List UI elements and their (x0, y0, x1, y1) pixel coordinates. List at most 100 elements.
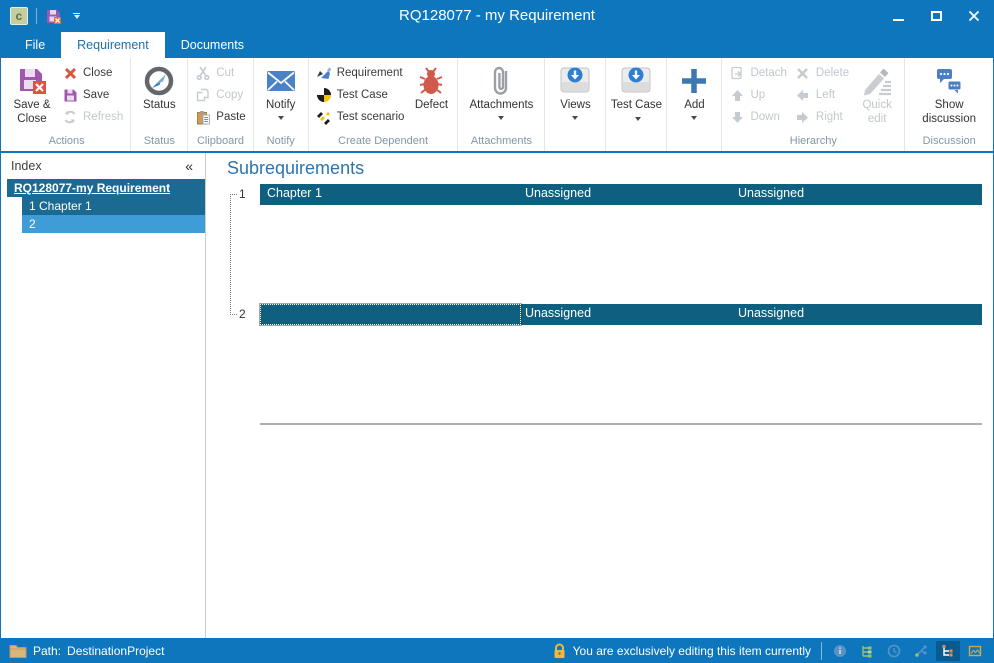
history-icon[interactable] (882, 641, 906, 661)
test-case-dropdown-caret (635, 117, 641, 121)
group-label-notify: Notify (254, 135, 308, 151)
move-up-button[interactable]: Up (725, 84, 790, 106)
create-test-case-button[interactable]: Test Case (312, 84, 409, 106)
test-scenario-icon (316, 109, 332, 125)
ribbon-group-create-dependent: Requirement Test Case (309, 58, 459, 151)
delete-icon (795, 65, 811, 81)
create-defect-button[interactable]: Defect (408, 60, 454, 135)
attachments-button[interactable]: Attachments (461, 60, 541, 135)
tree-item-2-selected[interactable]: 2 (22, 215, 205, 233)
quick-save-icon (45, 8, 62, 25)
lock-status: You are exclusively editing this item cu… (552, 643, 811, 659)
ribbon-group-status: Status Status (131, 58, 188, 151)
close-window-button[interactable] (955, 0, 993, 32)
ribbon-group-notify: Notify Notify (254, 58, 309, 151)
row-2-assignee-cell[interactable]: Unassigned (734, 304, 982, 325)
save-button[interactable]: Save (58, 84, 127, 106)
requirement-icon (316, 65, 332, 81)
hierarchy-view-icon[interactable] (936, 641, 960, 661)
create-requirement-button[interactable]: Requirement (312, 62, 409, 84)
move-right-button[interactable]: Right (791, 106, 853, 128)
row-1-title-cell[interactable]: Chapter 1 (260, 184, 521, 205)
ribbon-group-add: Add (667, 58, 722, 151)
content-area: Index « RQ128077-my Requirement 1 Chapte… (1, 153, 993, 638)
test-case-views-icon (619, 63, 653, 99)
ribbon-group-views: Views (545, 58, 606, 151)
minimize-button[interactable] (879, 0, 917, 32)
ribbon-group-discussion: Show discussion Discussion (905, 58, 993, 151)
save-and-close-icon (17, 63, 47, 99)
sidebar-header: Index « (1, 153, 205, 179)
ribbon-group-attachments: Attachments Attachments (458, 58, 545, 151)
defect-icon (416, 63, 446, 99)
path-indicator: Path: DestinationProject (9, 644, 164, 658)
quick-access-toolbar: c (1, 7, 83, 25)
detach-button[interactable]: Detach (725, 62, 790, 84)
group-label-clipboard: Clipboard (188, 135, 252, 151)
tab-file[interactable]: File (9, 32, 61, 58)
group-label-create-dependent: Create Dependent (309, 135, 458, 151)
subrequirement-row-1[interactable]: Chapter 1 Unassigned Unassigned (260, 184, 982, 205)
sidebar-collapse-icon[interactable]: « (185, 158, 193, 174)
cut-button[interactable]: Cut (191, 62, 249, 84)
minimize-icon (893, 19, 904, 21)
group-label-actions: Actions (3, 135, 130, 151)
row-2-title-cell-focused[interactable] (260, 304, 521, 325)
path-value: DestinationProject (67, 644, 164, 658)
lock-message: You are exclusively editing this item cu… (573, 644, 811, 658)
notify-button[interactable]: Notify (257, 60, 305, 135)
ribbon: Save & Close Close (1, 58, 993, 153)
row-2-status-cell[interactable]: Unassigned (521, 304, 734, 325)
tree-item-chapter-1[interactable]: 1 Chapter 1 (22, 197, 205, 215)
test-case-icon (316, 87, 332, 103)
group-label-test-case (606, 135, 666, 151)
group-label-attachments: Attachments (458, 135, 544, 151)
app-icon[interactable]: c (10, 7, 28, 25)
views-button[interactable]: Views (548, 60, 602, 135)
delete-button[interactable]: Delete (791, 62, 853, 84)
save-and-close-button[interactable]: Save & Close (6, 60, 58, 135)
info-icon[interactable] (828, 641, 852, 661)
add-button[interactable]: Add (670, 60, 718, 135)
refresh-button[interactable]: Refresh (58, 106, 127, 128)
test-case-views-label: Test Case (609, 99, 663, 126)
ribbon-group-actions: Save & Close Close (3, 58, 131, 151)
row-1-status-cell[interactable]: Unassigned (521, 184, 734, 205)
paste-button[interactable]: Paste (191, 106, 249, 128)
image-view-icon[interactable] (963, 641, 987, 661)
row-number-2: 2 (239, 307, 246, 321)
close-icon (62, 65, 78, 81)
quick-access-chevron-icon[interactable] (70, 10, 83, 22)
move-left-button[interactable]: Left (791, 84, 853, 106)
subrequirement-row-2[interactable]: Unassigned Unassigned (260, 304, 982, 325)
lock-icon (552, 643, 567, 659)
row-1-assignee-cell[interactable]: Unassigned (734, 184, 982, 205)
tree-item-root[interactable]: RQ128077-my Requirement (7, 179, 205, 197)
ribbon-group-clipboard: Cut Copy (188, 58, 253, 151)
ribbon-tab-row: File Requirement Documents (1, 32, 993, 58)
group-label-add (667, 135, 721, 151)
path-label: Path: (33, 644, 61, 658)
close-button[interactable]: Close (58, 62, 127, 84)
tab-documents[interactable]: Documents (165, 32, 260, 58)
right-arrow-icon (795, 109, 811, 125)
quick-save-close-button[interactable] (45, 8, 62, 25)
copy-button[interactable]: Copy (191, 84, 249, 106)
group-label-hierarchy: Hierarchy (722, 135, 904, 151)
tab-requirement[interactable]: Requirement (61, 32, 165, 58)
quick-edit-icon (861, 63, 893, 99)
test-case-views-button[interactable]: Test Case (609, 60, 663, 135)
section-separator (260, 423, 982, 425)
notify-icon (265, 63, 297, 99)
show-discussion-button[interactable]: Show discussion (908, 60, 990, 135)
add-icon (679, 63, 709, 99)
maximize-button[interactable] (917, 0, 955, 32)
tree-guide-stub-1 (230, 194, 237, 195)
quick-edit-button[interactable]: Quick edit (853, 60, 901, 135)
group-label-status: Status (131, 135, 187, 151)
tree-view-icon[interactable] (855, 641, 879, 661)
move-down-button[interactable]: Down (725, 106, 790, 128)
status-button[interactable]: Status (134, 60, 184, 135)
create-test-scenario-button[interactable]: Test scenario (312, 106, 409, 128)
traceability-icon[interactable] (909, 641, 933, 661)
